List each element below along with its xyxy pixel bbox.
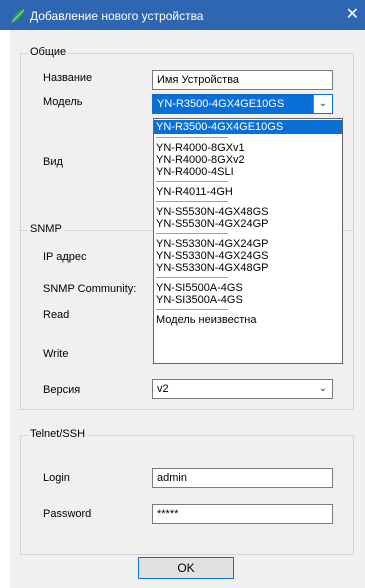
view-label: Вид — [43, 156, 63, 168]
dropdown-option[interactable]: YN-S5330N-4GX24GP — [154, 238, 342, 250]
dropdown-option[interactable]: YN-S5530N-4GX24GP — [154, 218, 342, 230]
telnet-group: Telnet/SSH Login admin Password ***** — [20, 428, 354, 555]
password-field[interactable]: ***** — [152, 504, 333, 524]
dropdown-separator: ------------------------------------ — [156, 135, 228, 141]
version-select-value: v2 — [157, 383, 169, 395]
snmp-community-label: SNMP Community: — [43, 283, 137, 295]
model-select[interactable]: YN-R3500-4GX4GE10GS ⌄ — [152, 94, 333, 114]
ok-button[interactable]: OK — [138, 557, 234, 579]
read-label: Read — [43, 309, 70, 321]
model-dropdown-list: YN-R3500-4GX4GE10GS ---------------------… — [153, 118, 343, 364]
window-title: Добавление нового устройства — [30, 9, 204, 23]
dropdown-option[interactable]: YN-SI3500A-4GS — [154, 294, 342, 306]
snmp-legend: SNMP — [28, 223, 64, 235]
title-bar: Добавление нового устройства ✕ — [0, 0, 365, 30]
password-label: Password — [43, 508, 92, 520]
dropdown-option[interactable]: YN-R4000-8GXv1 — [154, 142, 342, 154]
dropdown-separator: ------------------------------------ — [156, 231, 228, 237]
dropdown-option[interactable]: YN-S5330N-4GX24GS — [154, 250, 342, 262]
dropdown-separator: ------------------------------------ — [156, 307, 228, 313]
telnet-legend: Telnet/SSH — [28, 428, 88, 440]
chevron-down-icon[interactable]: ⌄ — [313, 95, 332, 113]
login-label: Login — [43, 472, 70, 484]
dropdown-option[interactable]: Модель неизвестна — [154, 314, 342, 326]
version-label: Версия — [43, 384, 81, 396]
model-select-value: YN-R3500-4GX4GE10GS — [157, 98, 285, 110]
name-label: Название — [43, 72, 93, 84]
dropdown-option[interactable]: YN-R4000-8GXv2 — [154, 154, 342, 166]
dropdown-option[interactable]: YN-R4000-4SLI — [154, 166, 342, 178]
name-field[interactable]: Имя Устройства — [152, 70, 333, 90]
version-select[interactable]: v2 ⌄ — [152, 379, 333, 399]
chevron-down-icon[interactable]: ⌄ — [314, 380, 332, 398]
dropdown-separator: ------------------------------------ — [156, 275, 228, 281]
dropdown-option[interactable]: YN-S5330N-4GX48GP — [154, 262, 342, 274]
dropdown-option[interactable]: YN-R4011-4GH — [154, 186, 342, 198]
login-field[interactable]: admin — [152, 468, 333, 488]
leaf-icon — [11, 9, 25, 23]
dropdown-separator: ------------------------------------ — [156, 199, 228, 205]
model-label: Модель — [43, 96, 83, 108]
write-label: Write — [43, 348, 69, 360]
general-legend: Общие — [28, 46, 69, 58]
ip-label: IP адрес — [43, 251, 87, 263]
dropdown-option[interactable]: YN-S5530N-4GX48GS — [154, 206, 342, 218]
dropdown-option[interactable]: YN-R3500-4GX4GE10GS — [154, 120, 342, 134]
dropdown-option[interactable]: YN-SI5500A-4GS — [154, 282, 342, 294]
dropdown-separator: ------------------------------------ — [156, 179, 228, 185]
close-icon[interactable]: ✕ — [346, 4, 359, 24]
